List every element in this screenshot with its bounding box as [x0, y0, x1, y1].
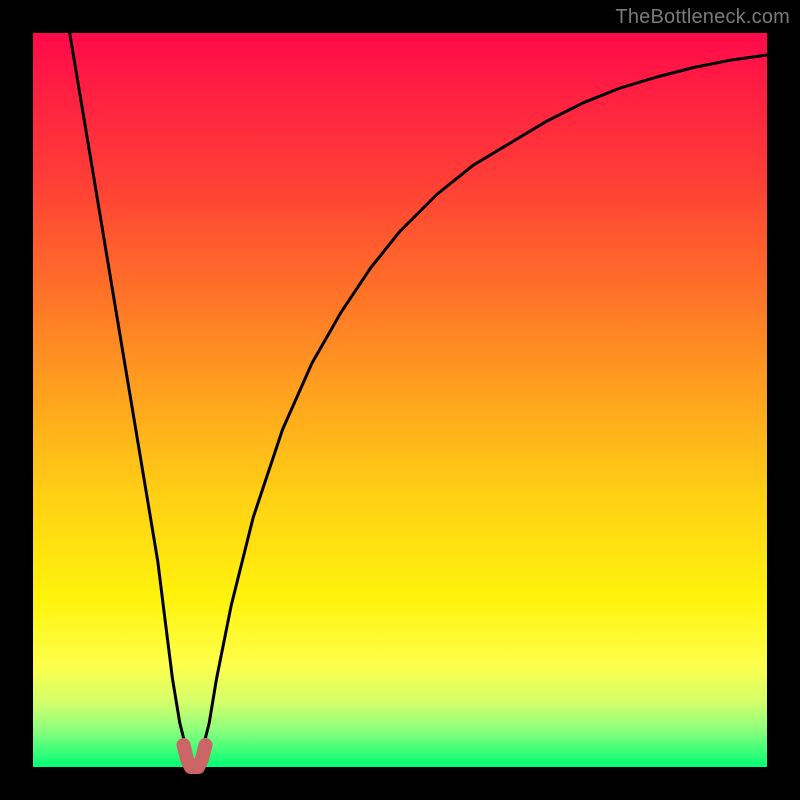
curve-layer: [33, 33, 767, 767]
bottleneck-curve: [70, 33, 767, 767]
watermark-text: TheBottleneck.com: [615, 6, 790, 29]
plot-area: [33, 33, 767, 767]
chart-frame: TheBottleneck.com: [0, 0, 800, 800]
min-marker: [184, 745, 206, 767]
